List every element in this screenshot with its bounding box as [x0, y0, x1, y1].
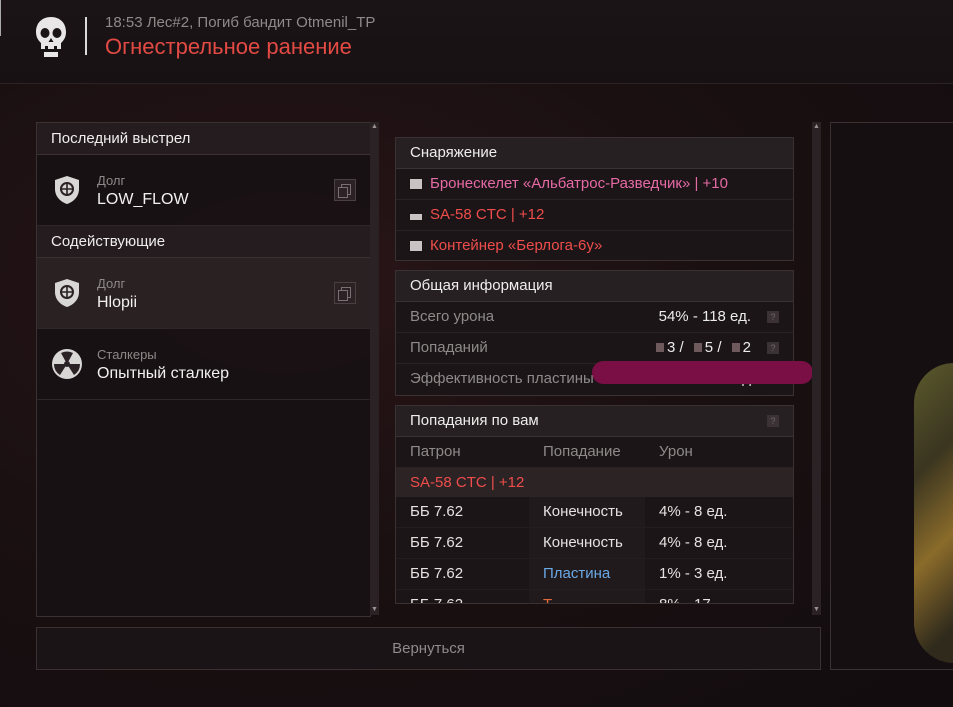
info-label: Всего урона	[410, 308, 495, 325]
equipment-item-name: Бронескелет «Альбатрос-Разведчик»	[430, 175, 691, 192]
assist-entry[interactable]: Сталкеры Опытный сталкер	[37, 329, 370, 400]
scroll-up-arrow-icon[interactable]: ▲	[812, 122, 821, 132]
hit-marker-icon	[655, 343, 664, 352]
copy-assist-name-button[interactable]	[334, 282, 356, 304]
info-label: Попаданий	[410, 339, 488, 356]
killer-name: LOW_FLOW	[97, 191, 189, 208]
corner-mark	[0, 0, 9, 36]
equipment-box: Снаряжение Бронескелет «Альбатрос-Развед…	[395, 137, 794, 261]
weapon-upgrade: | +12	[490, 474, 525, 491]
table-row: ББ 7.62 Конечность 4% - 8 ед.	[396, 497, 793, 528]
killer-faction: Долг	[97, 173, 126, 188]
hits-value-a: 3	[666, 339, 676, 356]
table-row: ББ 7.62 Конечность 4% - 8 ед.	[396, 528, 793, 559]
hits-table-header: Патрон Попадание Урон	[396, 437, 793, 468]
hits-separator: /	[679, 339, 684, 356]
hits-value-b: 5	[704, 339, 714, 356]
killer-entry[interactable]: Долг LOW_FLOW	[37, 155, 370, 226]
table-row: ББ 7.62 Пластина 1% - 3 ед.	[396, 559, 793, 590]
help-icon[interactable]: ?	[767, 342, 779, 354]
left-scrollbar[interactable]: ▲ ▼	[370, 122, 379, 615]
rifle-icon	[410, 214, 422, 220]
assist-entry[interactable]: Долг Hlopii	[37, 258, 370, 329]
equipment-item-upgrade: | +12	[510, 206, 545, 223]
assist-faction: Сталкеры	[97, 347, 157, 362]
column-ammo: Патрон	[410, 443, 461, 460]
details-panel: Снаряжение Бронескелет «Альбатрос-Развед…	[381, 122, 821, 615]
scroll-up-arrow-icon[interactable]: ▲	[370, 122, 379, 132]
scroll-down-arrow-icon[interactable]: ▼	[812, 605, 821, 615]
redaction-mark	[592, 361, 813, 384]
info-label: Эффективность пластины	[410, 370, 594, 387]
container-icon	[410, 241, 422, 251]
character-model	[914, 363, 953, 663]
duty-emblem-icon	[55, 176, 79, 204]
info-row-total-damage: Всего урона 54% - 118 ед. ?	[396, 302, 793, 333]
weapon-group-row: SA-58 CTC | +12	[396, 468, 793, 497]
participants-panel: Последний выстрел Долг LOW_FLOW Содейств…	[36, 122, 371, 617]
hit-cell: Конечность	[543, 503, 623, 520]
hits-values: 3 / 5 / 2	[650, 333, 751, 363]
assist-name: Hlopii	[97, 294, 138, 311]
damage-cell: 8% - 17 ...	[659, 590, 727, 603]
damage-cell: 4% - 8 ед.	[659, 503, 728, 520]
duty-emblem-icon	[55, 279, 79, 307]
ammo-cell: ББ 7.62	[410, 565, 464, 582]
ammo-cell: ББ 7.62	[410, 534, 464, 551]
death-cause-title: Огнестрельное ранение	[105, 34, 352, 59]
hits-taken-header: Попадания по вам ?	[396, 406, 793, 437]
column-damage: Урон	[659, 443, 693, 460]
ammo-cell: ББ 7.62	[410, 590, 463, 603]
info-value: 54% - 118 ед.	[658, 308, 751, 325]
equipment-item[interactable]: Бронескелет «Альбатрос-Разведчик» | +10	[396, 169, 793, 200]
assist-faction: Долг	[97, 276, 126, 291]
equipment-item[interactable]: SA-58 CTC | +12	[396, 200, 793, 231]
ammo-cell: ББ 7.62	[410, 503, 464, 520]
radiation-icon	[52, 349, 82, 379]
hit-cell: Т	[543, 590, 552, 603]
equipment-item-upgrade: | +10	[694, 175, 728, 192]
hits-taken-title: Попадания по вам	[410, 412, 539, 429]
hits-separator: /	[717, 339, 722, 356]
copy-killer-name-button[interactable]	[334, 179, 356, 201]
damage-cell: 1% - 3 ед.	[659, 565, 728, 582]
header: 18:53 Лес#2, Погиб бандит Otmenil_TP Огн…	[0, 0, 953, 84]
hit-marker-icon	[693, 343, 702, 352]
help-icon[interactable]: ?	[767, 415, 779, 427]
event-subtitle: 18:53 Лес#2, Погиб бандит Otmenil_TP	[105, 14, 376, 31]
info-row-hits: Попаданий 3 / 5 / 2 ?	[396, 333, 793, 364]
assist-name: Опытный сталкер	[97, 365, 230, 382]
damage-cell: 4% - 8 ед.	[659, 534, 728, 551]
hit-marker-icon	[731, 343, 740, 352]
general-info-header: Общая информация	[396, 271, 793, 302]
hit-cell: Пластина	[543, 565, 611, 582]
character-preview-panel	[830, 122, 953, 670]
skull-icon	[36, 17, 66, 57]
armor-icon	[410, 179, 422, 189]
hits-value-c: 2	[742, 339, 751, 356]
equipment-item[interactable]: Контейнер «Берлога-6у»	[396, 231, 793, 261]
back-button[interactable]: Вернуться	[36, 627, 821, 670]
details-scrollbar[interactable]: ▲ ▼	[812, 122, 821, 615]
last-shot-header: Последний выстрел	[37, 123, 370, 155]
equipment-item-name: SA-58 CTC	[430, 206, 507, 223]
column-hit: Попадание	[543, 443, 621, 460]
table-row: ББ 7.62 Т 8% - 17 ...	[396, 590, 793, 603]
help-icon[interactable]: ?	[767, 311, 779, 323]
equipment-item-name: Контейнер «Берлога-6у»	[430, 237, 603, 254]
header-separator	[85, 17, 87, 55]
weapon-name: SA-58 CTC	[410, 474, 487, 491]
equipment-header: Снаряжение	[396, 138, 793, 169]
scroll-down-arrow-icon[interactable]: ▼	[370, 605, 379, 615]
hit-cell: Конечность	[543, 534, 623, 551]
assists-header: Содействующие	[37, 226, 370, 258]
hits-taken-box: Попадания по вам ? Патрон Попадание Урон…	[395, 405, 794, 604]
